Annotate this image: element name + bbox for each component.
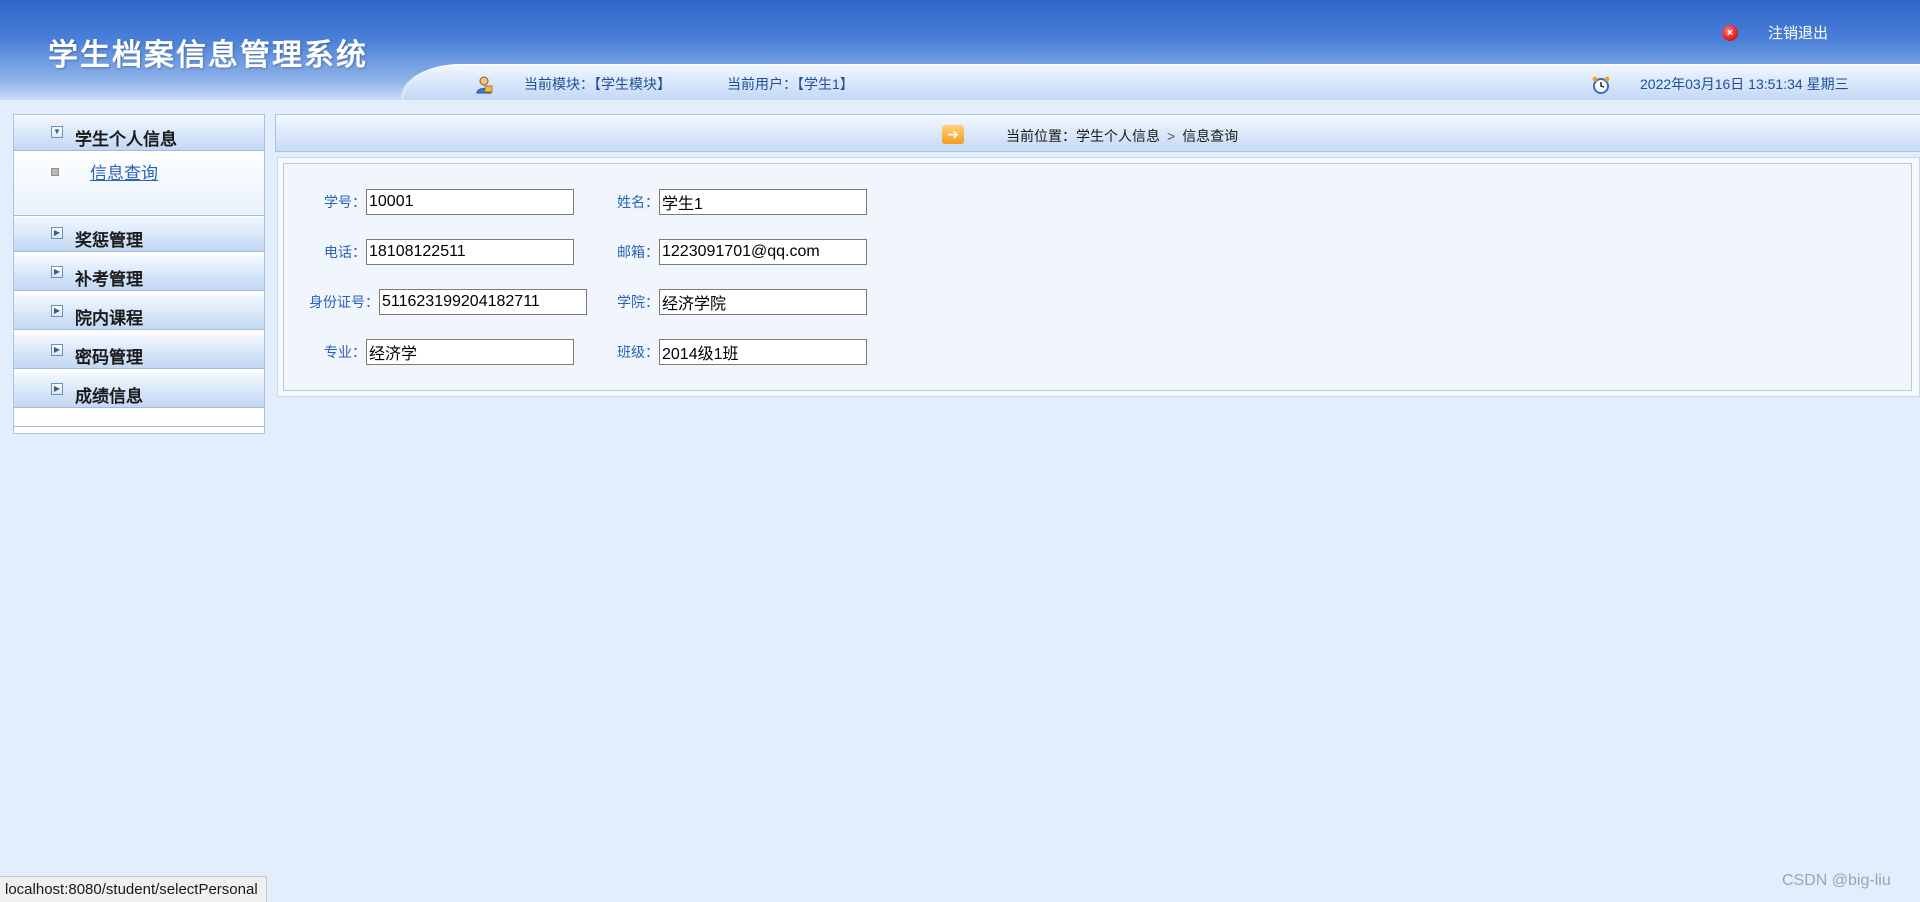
logout-label: 注销退出 [1768, 25, 1829, 42]
sidebar-group-label: 奖惩管理 [75, 231, 143, 250]
sidebar-group-courses[interactable]: ▶ 院内课程 [14, 294, 264, 330]
college-row: 学院： [617, 289, 867, 315]
student-id-label: 学号： [324, 194, 366, 210]
expand-icon: ▶ [51, 227, 63, 239]
sidebar-item-info-query[interactable]: 信息查询 [51, 159, 158, 184]
student-id-field[interactable] [366, 189, 574, 215]
email-label: 邮箱： [617, 244, 659, 260]
class-row: 班级： [617, 339, 867, 365]
name-label: 姓名： [617, 194, 659, 210]
logout-button[interactable]: × 注销退出 [1722, 22, 1828, 43]
clock-icon [1592, 76, 1610, 94]
id-card-field[interactable] [379, 289, 587, 315]
expand-icon: ▶ [51, 344, 63, 356]
student-info-form: 学号： 姓名： 电话： 邮箱： 身份证号： 学院： 专业： 班级： [283, 163, 1912, 391]
sidebar-group-label: 院内课程 [75, 309, 143, 328]
id-card-label: 身份证号： [309, 294, 379, 310]
college-field[interactable] [659, 289, 867, 315]
datetime-text: 2022年03月16日 13:51:34 星期三 [1640, 76, 1849, 92]
class-label: 班级： [617, 344, 659, 360]
watermark: CSDN @big-liu [1782, 872, 1891, 889]
phone-row: 电话： [324, 239, 574, 265]
current-user-text: 当前用户：【学生1】 [727, 76, 854, 92]
sidebar-group-label: 补考管理 [75, 270, 143, 289]
name-field[interactable] [659, 189, 867, 215]
user-icon [476, 76, 493, 94]
phone-field[interactable] [366, 239, 574, 265]
name-row: 姓名： [617, 189, 867, 215]
expand-icon: ▶ [51, 383, 63, 395]
major-row: 专业： [324, 339, 574, 365]
app-title: 学生档案信息管理系统 [48, 38, 368, 73]
major-field[interactable] [366, 339, 574, 365]
email-field[interactable] [659, 239, 867, 265]
sidebar-group-password[interactable]: ▶ 密码管理 [14, 333, 264, 369]
current-module-text: 当前模块：【学生模块】 [524, 76, 671, 92]
header-bar-curve [402, 66, 463, 100]
sidebar-group-personal-info[interactable]: ▼ 学生个人信息 [14, 115, 264, 151]
browser-status-url: localhost:8080/student/selectPersonal [0, 876, 267, 902]
sidebar-group-label: 密码管理 [75, 348, 143, 367]
college-label: 学院： [617, 294, 659, 310]
major-label: 专业： [324, 344, 366, 360]
collapse-icon: ▼ [51, 126, 63, 138]
class-field[interactable] [659, 339, 867, 365]
sidebar-group-label: 学生个人信息 [75, 130, 177, 149]
arrow-right-icon: ➔ [942, 125, 964, 144]
breadcrumb-current: 信息查询 [1182, 128, 1239, 144]
sidebar-group-grades[interactable]: ▶ 成绩信息 [14, 372, 264, 408]
sidebar-item-label[interactable]: 信息查询 [90, 159, 158, 184]
breadcrumb: ➔ 当前位置：学生个人信息 > 信息查询 [275, 114, 1920, 152]
sidebar-group-label: 成绩信息 [75, 387, 143, 406]
breadcrumb-separator: > [1167, 128, 1176, 144]
sidebar-group-makeup-exam[interactable]: ▶ 补考管理 [14, 255, 264, 291]
sidebar-group-rewards[interactable]: ▶ 奖惩管理 [14, 216, 264, 252]
sidebar-footer [14, 426, 264, 433]
student-id-row: 学号： [324, 189, 574, 215]
id-card-row: 身份证号： [309, 289, 587, 315]
expand-icon: ▶ [51, 266, 63, 278]
breadcrumb-text: 当前位置：学生个人信息 > 信息查询 [1006, 126, 1238, 146]
email-row: 邮箱： [617, 239, 867, 265]
breadcrumb-prefix: 当前位置：学生个人信息 [1006, 128, 1160, 144]
sidebar-submenu: 信息查询 [14, 151, 264, 216]
app-header: 学生档案信息管理系统 × 注销退出 当前模块：【学生模块】 当前用户：【学生1】… [0, 0, 1920, 100]
bullet-icon [51, 167, 59, 176]
close-circle-icon: × [1722, 24, 1738, 41]
phone-label: 电话： [324, 244, 366, 260]
sidebar-menu: ▼ 学生个人信息 信息查询 ▶ 奖惩管理 ▶ 补考管理 ▶ 院内课程 ▶ 密码管… [13, 114, 265, 434]
expand-icon: ▶ [51, 305, 63, 317]
